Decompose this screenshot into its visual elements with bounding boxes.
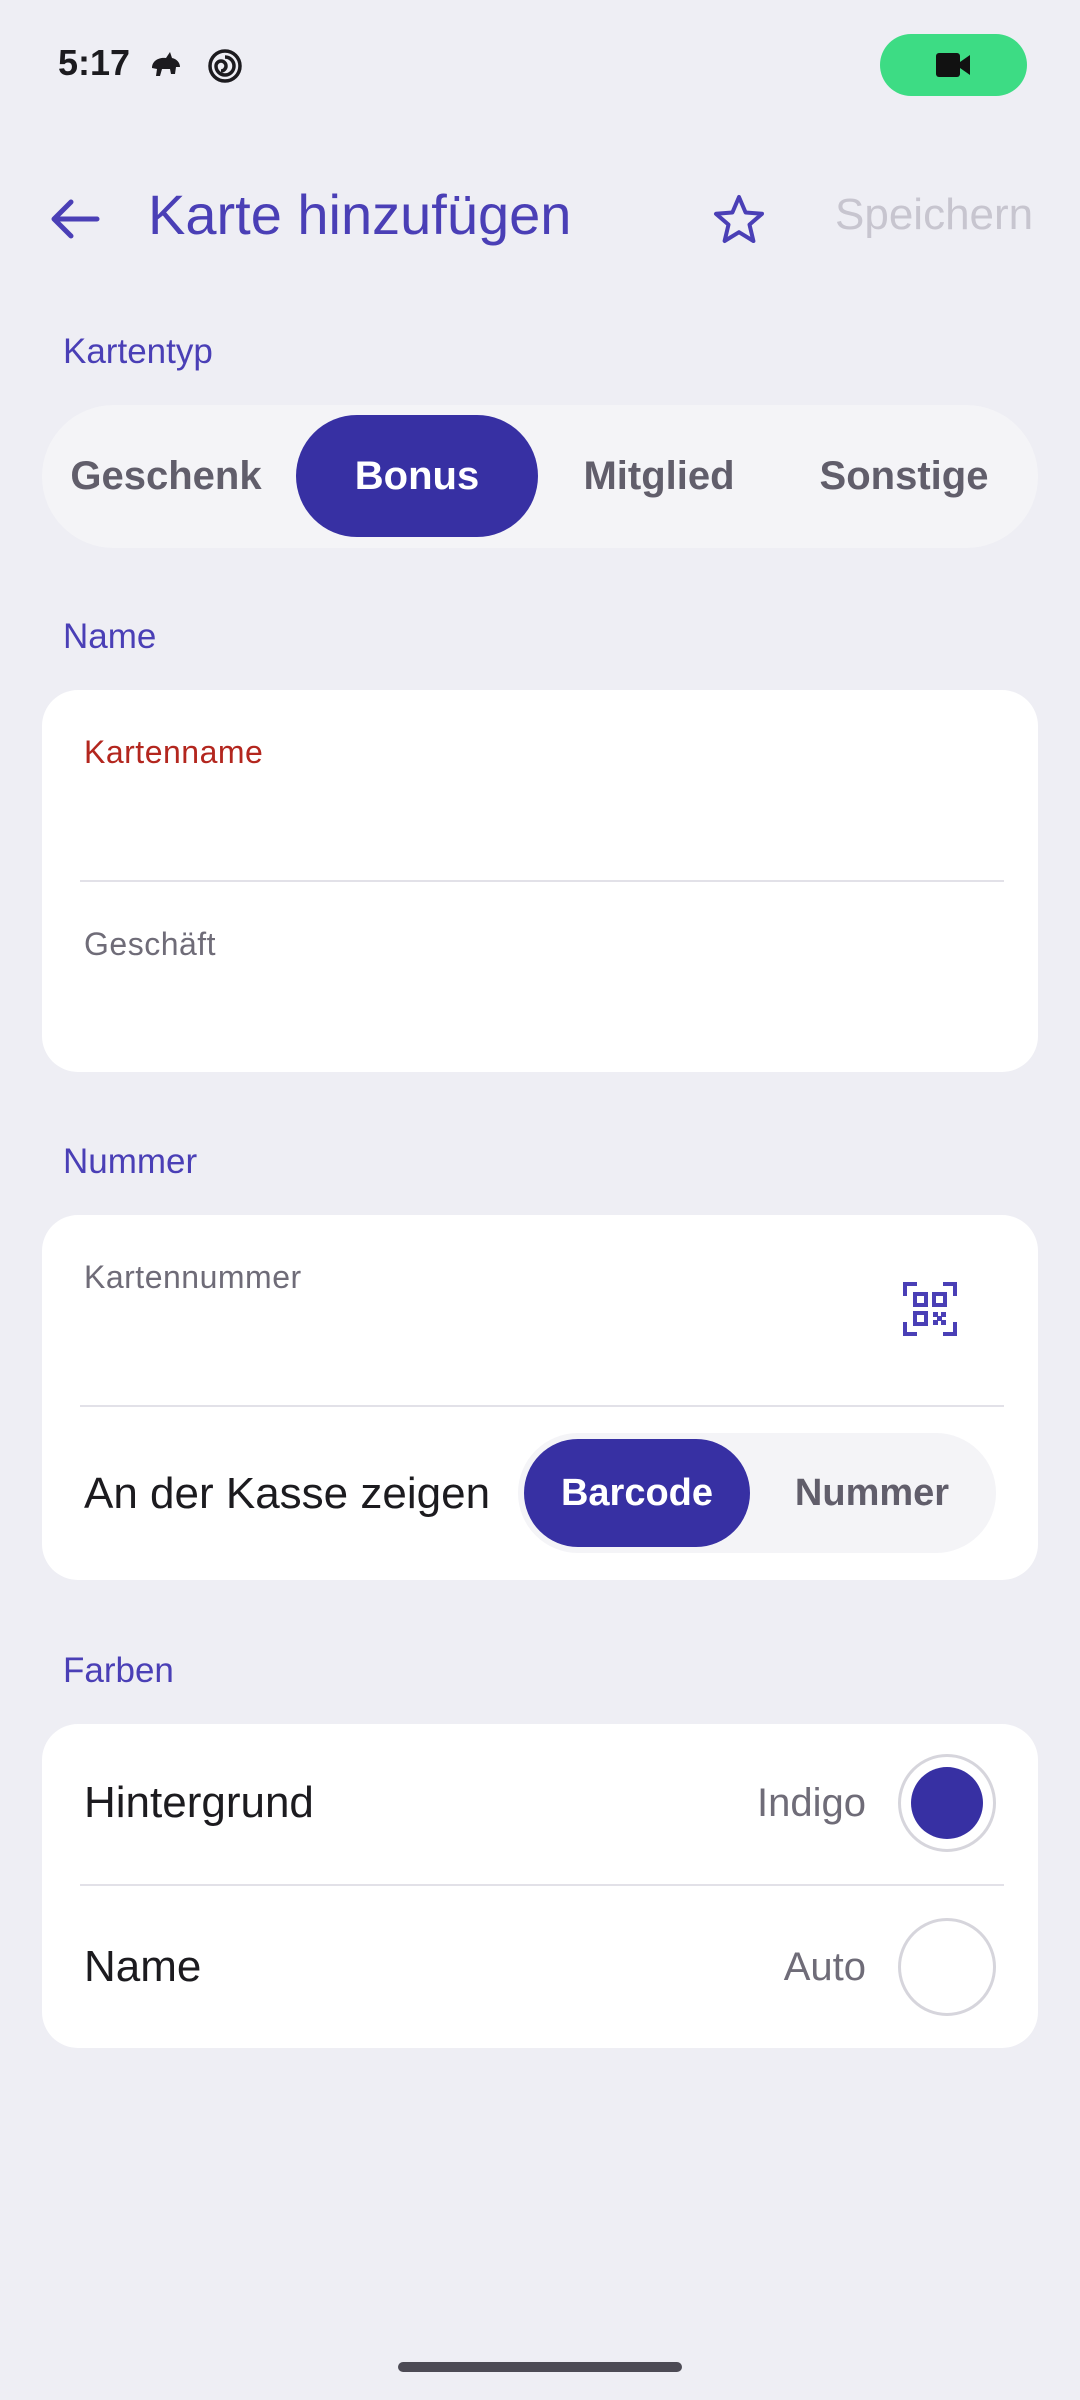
- show-option-barcode[interactable]: Barcode: [524, 1439, 750, 1547]
- card-number-label: Kartennummer: [84, 1259, 302, 1295]
- screen: 5:17 Karte hinzufügen Speichern Kartenty…: [0, 0, 1080, 2400]
- store-input[interactable]: [80, 988, 1004, 1048]
- spiral-notification-icon: [205, 46, 245, 86]
- section-label-name: Name: [63, 617, 157, 656]
- section-label-number: Nummer: [63, 1142, 198, 1181]
- card-type-option-gift[interactable]: Geschenk: [50, 415, 282, 537]
- section-label-colors: Farben: [63, 1651, 174, 1690]
- card-name-input[interactable]: [80, 796, 1004, 856]
- divider: [80, 880, 1004, 882]
- page-title: Karte hinzufügen: [148, 183, 572, 246]
- app-bar: Karte hinzufügen Speichern: [0, 160, 1080, 272]
- qr-code-scan-icon: [903, 1282, 957, 1336]
- name-color-value: Auto: [783, 1945, 866, 1989]
- scan-barcode-button[interactable]: [894, 1273, 966, 1345]
- divider: [80, 1405, 1004, 1407]
- background-color-swatch-fill: [911, 1767, 983, 1839]
- back-button[interactable]: [40, 184, 110, 254]
- status-time: 5:17: [58, 42, 131, 83]
- show-at-checkout-label: An der Kasse zeigen: [84, 1469, 491, 1518]
- colors-card: Hintergrund Indigo Name Auto: [42, 1724, 1038, 2048]
- background-color-row[interactable]: Hintergrund Indigo: [42, 1724, 1038, 1884]
- favorite-button[interactable]: [703, 184, 775, 256]
- video-camera-icon: [936, 53, 970, 77]
- home-indicator[interactable]: [398, 2362, 682, 2372]
- store-label: Geschäft: [84, 926, 217, 962]
- card-type-option-bonus[interactable]: Bonus: [296, 415, 538, 537]
- card-number-input[interactable]: [80, 1321, 880, 1381]
- name-color-label: Name: [84, 1942, 202, 1991]
- status-bar: 5:17: [0, 0, 1080, 130]
- background-color-value: Indigo: [757, 1781, 866, 1825]
- card-type-selector: Geschenk Bonus Mitglied Sonstige: [42, 405, 1038, 548]
- card-type-option-member[interactable]: Mitglied: [542, 415, 776, 537]
- star-outline-icon: [714, 195, 764, 243]
- number-card: Kartennummer An der Kasse zeigen Barcode…: [42, 1215, 1038, 1580]
- camera-in-use-indicator: [880, 34, 1027, 96]
- name-color-row[interactable]: Name Auto: [42, 1886, 1038, 2048]
- name-color-swatch-fill: [911, 1931, 983, 2003]
- background-color-label: Hintergrund: [84, 1778, 314, 1827]
- arrow-back-icon: [51, 199, 100, 239]
- name-card: Kartenname Geschäft: [42, 690, 1038, 1072]
- card-name-label: Kartenname: [84, 734, 264, 770]
- cat-notification-icon: [146, 46, 186, 86]
- show-option-number[interactable]: Nummer: [756, 1439, 988, 1547]
- card-type-option-other[interactable]: Sonstige: [782, 415, 1026, 537]
- name-color-swatch[interactable]: [898, 1918, 996, 2016]
- save-button[interactable]: Speichern: [835, 190, 1033, 240]
- background-color-swatch[interactable]: [898, 1754, 996, 1852]
- show-at-checkout-selector: Barcode Nummer: [518, 1433, 996, 1553]
- section-label-card-type: Kartentyp: [63, 332, 213, 371]
